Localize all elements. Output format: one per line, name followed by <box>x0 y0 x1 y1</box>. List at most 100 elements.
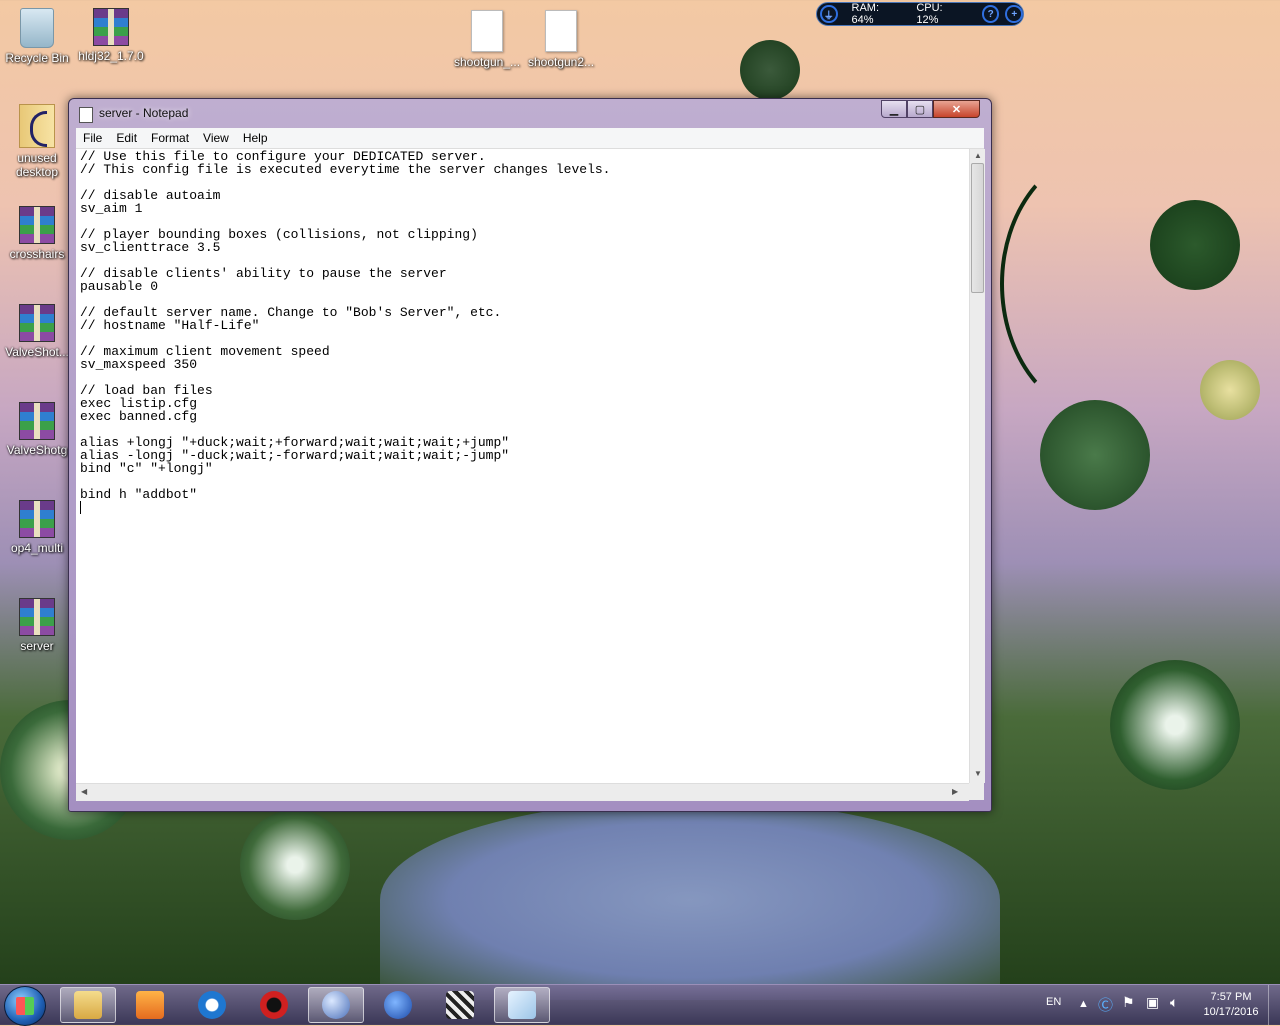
desktop-icon-label: op4_multi <box>10 541 64 555</box>
scroll-left-icon[interactable]: ◀ <box>81 787 87 796</box>
folder-icon <box>74 991 102 1019</box>
desktop-icon-label: Recycle Bin <box>5 51 69 65</box>
taskbar-browser[interactable] <box>308 987 364 1023</box>
taskbar-notepad[interactable] <box>494 987 550 1023</box>
wallpaper-flower <box>740 40 800 100</box>
text-editor[interactable]: // Use this file to configure your DEDIC… <box>76 149 969 783</box>
start-button[interactable] <box>4 986 46 1026</box>
ccleaner-tray-icon[interactable]: Ⓒ <box>1098 994 1113 1015</box>
desktop-icon-hldj[interactable]: hldj32_1.7.0 <box>74 8 148 63</box>
desktop-icon-shootgun2[interactable]: shootgun2... <box>524 10 598 69</box>
editor-line: pausable 0 <box>80 279 159 294</box>
wallpaper-path <box>380 800 1000 1000</box>
scroll-thumb[interactable] <box>971 163 984 293</box>
scroll-right-icon[interactable]: ▶ <box>952 787 958 796</box>
gear-icon <box>260 991 288 1019</box>
folder-icon <box>19 104 55 148</box>
help-icon[interactable]: ? <box>981 5 1000 23</box>
editor-line: exec banned.cfg <box>80 409 198 424</box>
horizontal-scrollbar[interactable]: ◀ ▶ <box>76 783 969 801</box>
network-icon[interactable]: ▣ <box>1146 994 1159 1011</box>
desktop-icon-valveshot[interactable]: ValveShot... <box>0 304 74 359</box>
title-bar[interactable]: server - Notepad ▁ ▢ ✕ <box>69 99 991 127</box>
file-icon <box>471 10 503 52</box>
desktop-icon-label: crosshairs <box>9 247 65 261</box>
maximize-button[interactable]: ▢ <box>907 100 933 118</box>
text-caret <box>80 501 81 514</box>
close-button[interactable]: ✕ <box>933 100 980 118</box>
clock-date: 10/17/2016 <box>1203 1006 1259 1018</box>
winrar-archive-icon <box>19 206 55 244</box>
taskbar-ccleaner[interactable] <box>184 987 240 1023</box>
editor-line: sv_aim 1 <box>80 201 143 216</box>
show-desktop-button[interactable] <box>1268 985 1280 1025</box>
desktop-icon-op4-multi[interactable]: op4_multi <box>0 500 74 555</box>
scroll-up-icon[interactable]: ▲ <box>974 151 982 160</box>
add-icon[interactable]: + <box>1005 5 1024 23</box>
recycle-bin-icon <box>20 8 54 48</box>
desktop-icon-label: hldj32_1.7.0 <box>78 49 144 63</box>
winrar-archive-icon <box>19 598 55 636</box>
desktop-icon-unused-desktop[interactable]: unused desktop <box>0 104 74 179</box>
ccleaner-icon <box>198 991 226 1019</box>
desktop-icon-label: ValveShot... <box>5 345 69 359</box>
editor-line: bind "c" "+longj" <box>80 461 213 476</box>
menu-file[interactable]: File <box>76 131 109 145</box>
desktop-icon-label: server <box>20 639 54 653</box>
editor-line: sv_maxspeed 350 <box>80 357 198 372</box>
desktop-icon-crosshairs[interactable]: crosshairs <box>0 206 74 261</box>
winrar-archive-icon <box>19 304 55 342</box>
desktop-icon-label: ValveShotg <box>6 443 68 457</box>
menu-view[interactable]: View <box>196 131 236 145</box>
taskbar-app-red[interactable] <box>246 987 302 1023</box>
wallpaper-vine <box>1000 150 1208 418</box>
file-icon <box>545 10 577 52</box>
clapperboard-icon <box>446 991 474 1019</box>
desktop-icon-recycle-bin[interactable]: Recycle Bin <box>0 8 74 65</box>
desktop-icon-label: shootgun2... <box>527 55 595 69</box>
volume-icon[interactable]: 🔈︎ <box>1170 994 1178 1011</box>
firefox-icon <box>384 991 412 1019</box>
ram-usage: RAM: 64% <box>851 2 880 26</box>
scroll-down-icon[interactable]: ▼ <box>974 769 982 778</box>
menu-edit[interactable]: Edit <box>109 131 144 145</box>
desktop-icon-label: shootgun_... <box>453 55 521 69</box>
winrar-archive-icon <box>19 500 55 538</box>
desktop-icon-shootgun[interactable]: shootgun_... <box>450 10 524 69</box>
taskbar-firefox[interactable] <box>370 987 426 1023</box>
editor-line: bind h "addbot" <box>80 487 198 502</box>
taskbar: EN ▲ Ⓒ ⚑ ▣ 🔈︎ 7:57 PM 10/17/2016 <box>0 984 1280 1026</box>
editor-line: sv_clienttrace 3.5 <box>80 240 221 255</box>
editor-line: // hostname "Half-Life" <box>80 318 260 333</box>
menu-help[interactable]: Help <box>236 131 275 145</box>
winrar-archive-icon <box>19 402 55 440</box>
window-title: server - Notepad <box>99 106 189 120</box>
taskbar-explorer[interactable] <box>60 987 116 1023</box>
cpu-usage: CPU: 12% <box>916 2 943 26</box>
notepad-icon <box>508 991 536 1019</box>
editor-content[interactable]: // Use this file to configure your DEDIC… <box>76 149 969 515</box>
notepad-window[interactable]: server - Notepad ▁ ▢ ✕ File Edit Format … <box>68 98 992 812</box>
winrar-archive-icon <box>93 8 129 46</box>
clock[interactable]: 7:57 PM 10/17/2016 <box>1196 990 1266 1020</box>
menu-format[interactable]: Format <box>144 131 196 145</box>
flag-icon[interactable]: ⚑ <box>1122 994 1135 1011</box>
taskbar-mpc[interactable] <box>432 987 488 1023</box>
globe-icon <box>322 991 350 1019</box>
menu-bar: File Edit Format View Help <box>76 128 984 149</box>
clock-time: 7:57 PM <box>1210 991 1252 1003</box>
wallpaper-flower <box>1200 360 1260 420</box>
wallpaper-flower <box>240 810 350 920</box>
show-hidden-icons[interactable]: ▲ <box>1078 998 1089 1010</box>
vertical-scrollbar[interactable]: ▲ ▼ <box>969 149 985 783</box>
gauge-icon: ⏚ <box>820 5 838 23</box>
wallpaper-flower <box>1110 660 1240 790</box>
size-grip[interactable] <box>969 783 984 800</box>
system-monitor-gadget[interactable]: ⏚ RAM: 64% CPU: 12% ? + <box>816 2 1024 26</box>
language-indicator[interactable]: EN <box>1046 996 1061 1008</box>
desktop-icon-server[interactable]: server <box>0 598 74 653</box>
notepad-icon <box>79 107 93 123</box>
desktop-icon-valveshotg[interactable]: ValveShotg <box>0 402 74 457</box>
taskbar-media-player[interactable] <box>122 987 178 1023</box>
minimize-button[interactable]: ▁ <box>881 100 907 118</box>
